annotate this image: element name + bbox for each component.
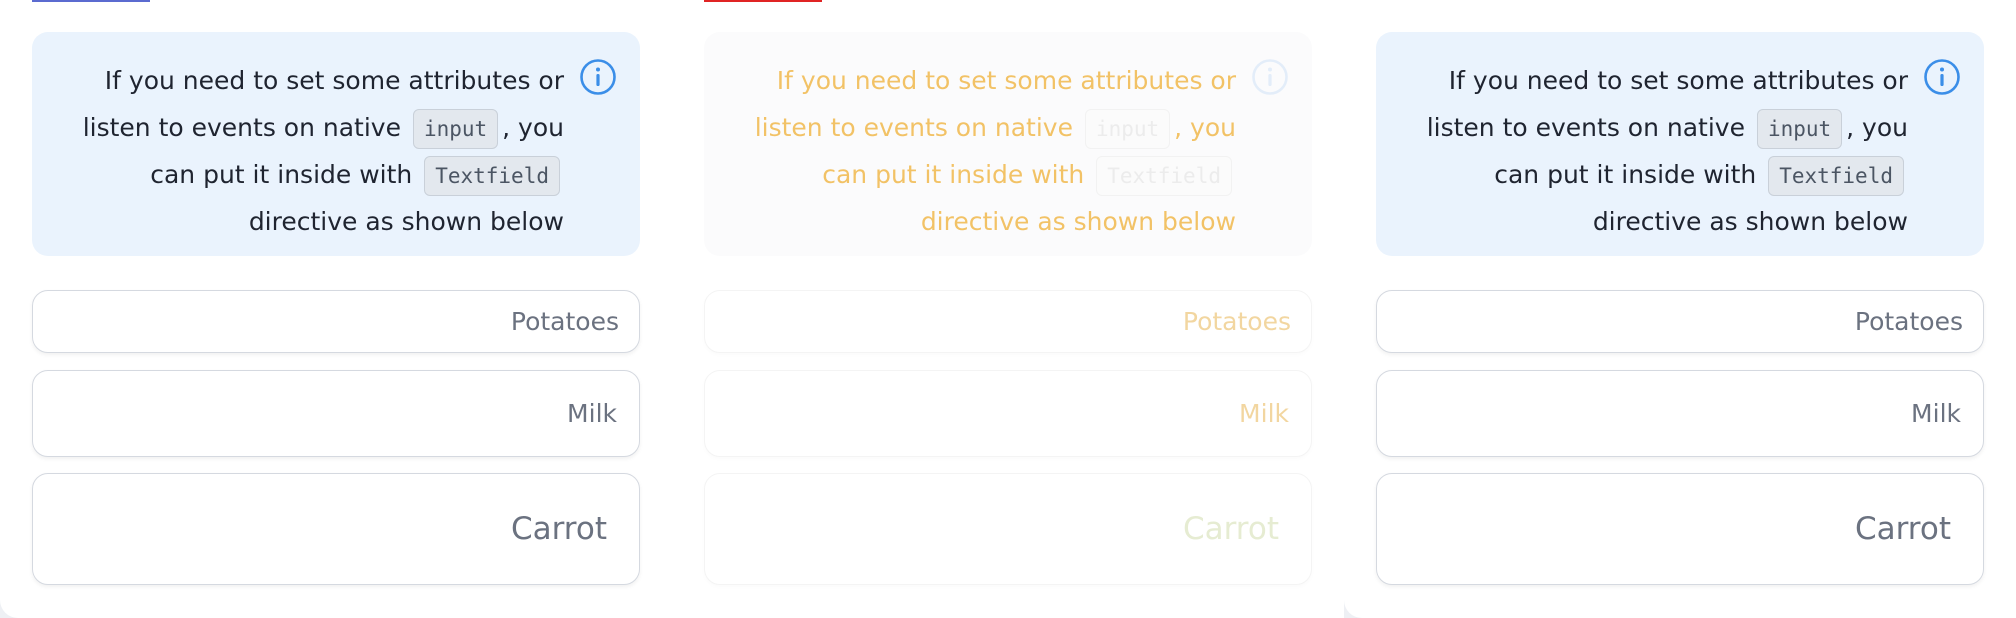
text-field-large[interactable] (1376, 473, 1984, 585)
demo-panel-right: If you need to set some attributes or li… (1344, 0, 2016, 618)
potatoes-input[interactable] (1377, 291, 1983, 352)
info-callout: If you need to set some attributes or li… (1376, 32, 1984, 256)
text-field-large[interactable] (32, 473, 640, 585)
code-textfield-tag: Textfield (1768, 156, 1904, 196)
info-icon (1252, 59, 1288, 95)
text-field-medium[interactable] (1376, 370, 1984, 457)
info-callout: If you need to set some attributes or li… (32, 32, 640, 256)
demo-panel-middle: If you need to set some attributes or li… (672, 0, 1344, 618)
info-text: If you need to set some attributes or li… (1388, 57, 1908, 245)
text-field-small[interactable] (32, 290, 640, 353)
code-input-tag: input (1756, 109, 1843, 149)
info-text: If you need to set some attributes or li… (44, 57, 564, 245)
info-text: If you need to set some attributes or li… (716, 57, 1236, 245)
active-tab-indicator (32, 0, 150, 2)
text-field-small[interactable] (1376, 290, 1984, 353)
error-tab-indicator (704, 0, 822, 2)
info-text-part-3: directive as shown below (920, 207, 1236, 236)
code-textfield-tag: Textfield (424, 156, 560, 196)
milk-input[interactable] (1377, 371, 1983, 456)
info-text-part-3: directive as shown below (248, 207, 564, 236)
info-icon (580, 59, 616, 95)
potatoes-input[interactable] (33, 291, 639, 352)
code-textfield-tag: Textfield (1096, 156, 1232, 196)
info-icon (1924, 59, 1960, 95)
text-field-small[interactable] (704, 290, 1312, 353)
code-input-tag: input (412, 109, 499, 149)
milk-input[interactable] (33, 371, 639, 456)
carrot-input[interactable] (705, 474, 1311, 584)
text-field-medium[interactable] (32, 370, 640, 457)
code-input-tag: input (1084, 109, 1171, 149)
milk-input[interactable] (705, 371, 1311, 456)
demo-panel-left: If you need to set some attributes or li… (0, 0, 672, 618)
carrot-input[interactable] (1377, 474, 1983, 584)
info-callout: If you need to set some attributes or li… (704, 32, 1312, 256)
carrot-input[interactable] (33, 474, 639, 584)
info-text-part-3: directive as shown below (1592, 207, 1908, 236)
text-field-large[interactable] (704, 473, 1312, 585)
potatoes-input[interactable] (705, 291, 1311, 352)
text-field-medium[interactable] (704, 370, 1312, 457)
